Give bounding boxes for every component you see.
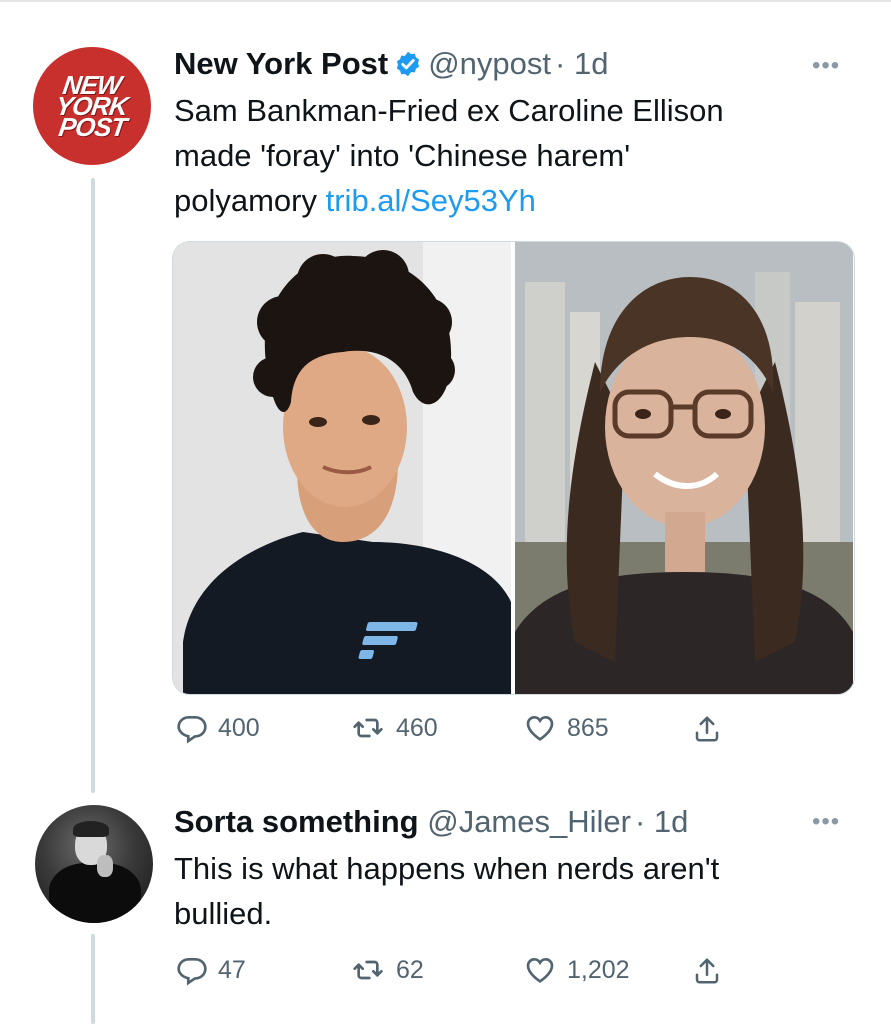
- tweet-media[interactable]: [172, 241, 855, 695]
- share-icon: [695, 958, 719, 984]
- tweet-text-line-1: Sam Bankman-Fried ex Caroline Ellison: [174, 93, 724, 128]
- nypost-avatar[interactable]: NEW YORK POST: [33, 47, 151, 165]
- reply-more-icon[interactable]: •••: [812, 810, 840, 834]
- more-icon[interactable]: •••: [812, 54, 840, 78]
- like-button[interactable]: 865: [523, 712, 609, 744]
- media-photo-left[interactable]: [173, 242, 511, 694]
- avatar-logo-line-3: POST: [56, 111, 128, 142]
- verified-badge-icon: [394, 50, 422, 86]
- share-icon: [695, 716, 719, 742]
- avatar-figure-body: [49, 863, 141, 923]
- reply-text-line-1: This is what happens when nerds aren't: [174, 851, 720, 886]
- reply-share-button[interactable]: [692, 954, 722, 988]
- reply-author-handle[interactable]: @James_Hiler: [427, 804, 631, 839]
- thread-connector-line-lower: [91, 934, 95, 1024]
- photo-right-illustration: [515, 242, 853, 694]
- heart-icon: [526, 715, 554, 741]
- heart-icon: [526, 957, 554, 983]
- tweet-header: New York Post @nypost · 1d: [174, 46, 608, 86]
- author-name[interactable]: New York Post: [174, 46, 388, 81]
- user-avatar[interactable]: [35, 805, 153, 923]
- reply-button[interactable]: 400: [176, 712, 260, 744]
- reply-author-name[interactable]: Sorta something: [174, 804, 419, 839]
- like-count: 865: [567, 713, 609, 742]
- avatar-figure-hand: [97, 855, 113, 877]
- tweet-text-line-2: made 'foray' into 'Chinese harem': [174, 138, 631, 173]
- reply-retweet-button[interactable]: 62: [350, 954, 424, 986]
- reply-header: Sorta something @James_Hiler · 1d: [174, 804, 688, 840]
- reply-icon: [177, 716, 207, 744]
- reply-icon: [177, 958, 207, 986]
- tweet-text: Sam Bankman-Fried ex Caroline Ellison ma…: [174, 88, 724, 223]
- reply-count: 400: [218, 713, 260, 742]
- photo-left-illustration: [173, 242, 511, 694]
- tweet-link[interactable]: trib.al/Sey53Yh: [326, 183, 536, 218]
- top-divider: [0, 0, 891, 2]
- reply-like-count: 1,202: [567, 955, 630, 984]
- reply-reply-button[interactable]: 47: [176, 954, 246, 986]
- tweet-text-line-3-words: polyamory: [174, 183, 317, 218]
- share-button[interactable]: [692, 712, 722, 746]
- retweet-count: 460: [396, 713, 438, 742]
- media-photo-right[interactable]: [515, 242, 853, 694]
- tweet-text-line-3: polyamory trib.al/Sey53Yh: [174, 178, 724, 223]
- reply-reply-count: 47: [218, 955, 246, 984]
- retweet-icon: [353, 718, 383, 738]
- reply-timestamp[interactable]: · 1d: [635, 804, 688, 839]
- reply-text: This is what happens when nerds aren't b…: [174, 846, 719, 936]
- reply-retweet-count: 62: [396, 955, 424, 984]
- author-handle[interactable]: @nypost: [428, 46, 551, 81]
- reply-text-line-2: bullied.: [174, 896, 273, 931]
- avatar-figure-hair: [73, 821, 109, 837]
- retweet-button[interactable]: 460: [350, 712, 438, 744]
- retweet-icon: [353, 960, 383, 980]
- thread-connector-line: [91, 178, 95, 793]
- reply-like-button[interactable]: 1,202: [523, 954, 630, 986]
- tweet-timestamp[interactable]: · 1d: [555, 46, 608, 81]
